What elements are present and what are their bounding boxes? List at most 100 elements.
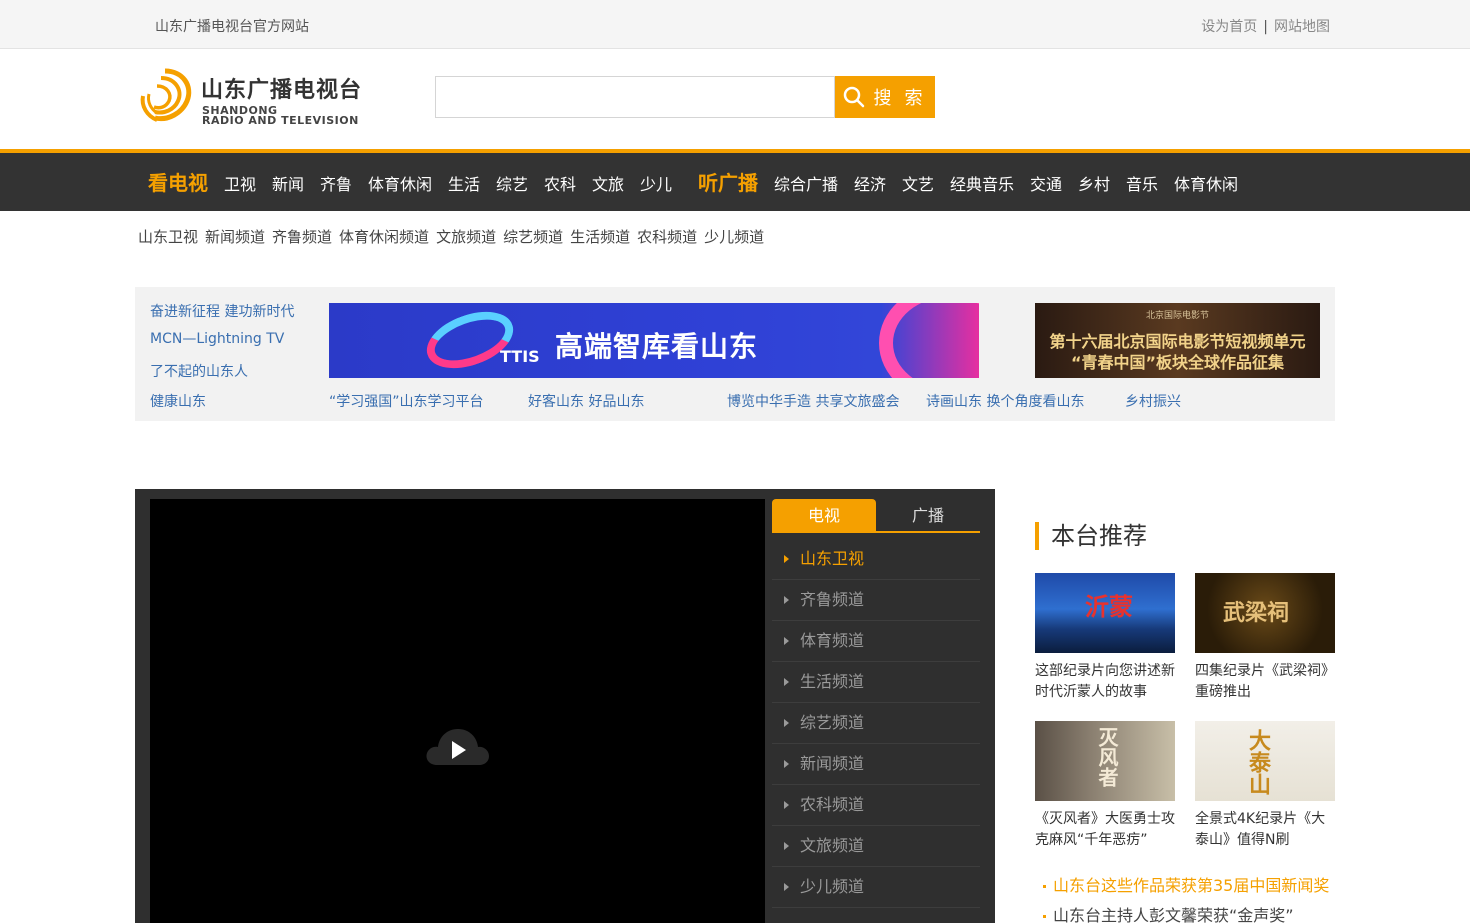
channel-label: 齐鲁频道 [800, 590, 865, 609]
subnav-item[interactable]: 生活频道 [570, 228, 630, 246]
set-home-link[interactable]: 设为首页 [1201, 19, 1257, 35]
recommend-card[interactable]: 沂蒙 这部纪录片向您讲述新时代沂蒙人的故事 [1035, 573, 1175, 703]
promo-bottom-link[interactable]: “学习强国”山东学习平台 [329, 391, 484, 411]
main-nav: 看电视 卫视 新闻 齐鲁 体育休闲 生活 综艺 农科 文旅 少儿 听广播 综合广… [0, 149, 1470, 211]
thumb-text: 大泰山 [1245, 729, 1270, 795]
channel-item[interactable]: 新闻频道 [772, 744, 980, 785]
channel-label: 文旅频道 [800, 836, 865, 855]
logo-text-cn: 山东广播电视台 [201, 78, 363, 103]
channel-item[interactable]: 体育频道 [772, 621, 980, 662]
caret-right-icon [784, 637, 789, 645]
recommend-caption[interactable]: 全景式4K纪录片《大泰山》值得N刷 [1195, 809, 1335, 851]
caret-right-icon [784, 760, 789, 768]
nav-item-tv-sports[interactable]: 体育休闲 [368, 171, 432, 195]
search-button[interactable]: 搜 索 [835, 76, 935, 118]
top-links-separator: | [1263, 19, 1268, 35]
nav-radio-head[interactable]: 听广播 [698, 167, 758, 196]
banner-side-top: 北京国际电影节 [1145, 311, 1209, 321]
promo-bottom-link[interactable]: 乡村振兴 [1125, 391, 1181, 411]
bullet-icon [1043, 915, 1046, 918]
subnav-item[interactable]: 少儿频道 [704, 228, 764, 246]
promo-bottom-link[interactable]: 博览中华手造 共享文旅盛会 [727, 391, 899, 411]
news-list: 山东台这些作品荣获第35届中国新闻奖 山东台主持人彭文馨荣获“金声奖” [1043, 876, 1343, 923]
promo-side-link[interactable]: MCN—Lightning TV [150, 331, 284, 347]
nav-item-tv-qilu[interactable]: 齐鲁 [320, 171, 352, 195]
banner-think-tank[interactable]: TTIS 高端智库看山东 [329, 303, 979, 378]
promo-side-link[interactable]: 健康山东 [150, 391, 206, 411]
recommend-caption[interactable]: 四集纪录片《武梁祠》重磅推出 [1195, 661, 1335, 703]
nav-item-radio-rural[interactable]: 乡村 [1078, 171, 1110, 195]
subnav-item[interactable]: 齐鲁频道 [272, 228, 332, 246]
nav-item-tv-news[interactable]: 新闻 [272, 171, 304, 195]
nav-item-tv-travel[interactable]: 文旅 [592, 171, 624, 195]
play-icon[interactable] [425, 725, 491, 773]
recommend-thumbnail[interactable]: 武梁祠 [1195, 573, 1335, 653]
promo-side-link[interactable]: 奋进新征程 建功新时代 [150, 301, 294, 321]
nav-item-tv-kids[interactable]: 少儿 [640, 171, 672, 195]
channel-label: 体育频道 [800, 631, 865, 650]
nav-item-radio-arts[interactable]: 文艺 [902, 171, 934, 195]
sitemap-link[interactable]: 网站地图 [1274, 19, 1330, 35]
recommend-card[interactable]: 大泰山 全景式4K纪录片《大泰山》值得N刷 [1195, 721, 1335, 851]
nav-item-radio-sports[interactable]: 体育休闲 [1174, 171, 1238, 195]
news-text: 山东台这些作品荣获第35届中国新闻奖 [1053, 876, 1330, 895]
channel-label: 新闻频道 [800, 754, 865, 773]
subnav-item[interactable]: 文旅频道 [436, 228, 496, 246]
nav-item-radio-general[interactable]: 综合广播 [774, 171, 838, 195]
thumb-text: 灭风者 [1095, 727, 1119, 787]
recommend-thumbnail[interactable]: 灭风者 [1035, 721, 1175, 801]
nav-item-radio-classical[interactable]: 经典音乐 [950, 171, 1014, 195]
channel-item-active[interactable]: 山东卫视 [772, 539, 980, 580]
promo-panel: 奋进新征程 建功新时代 MCN—Lightning TV 了不起的山东人 健康山… [135, 287, 1335, 421]
channel-item[interactable]: 农科频道 [772, 785, 980, 826]
channel-list: 山东卫视 齐鲁频道 体育频道 生活频道 综艺频道 新闻频道 农科频道 文旅频道 … [772, 539, 980, 908]
recommend-card[interactable]: 灭风者 《灭风者》大医勇士攻克麻风“千年恶疠” [1035, 721, 1175, 851]
nav-tv-head[interactable]: 看电视 [148, 167, 208, 196]
thumb-text: 沂蒙 [1085, 593, 1133, 621]
subnav-item[interactable]: 综艺频道 [503, 228, 563, 246]
video-screen[interactable] [150, 499, 765, 923]
caret-right-icon [784, 678, 789, 686]
tab-tv[interactable]: 电视 [772, 499, 876, 533]
nav-item-radio-music[interactable]: 音乐 [1126, 171, 1158, 195]
recommend-caption[interactable]: 这部纪录片向您讲述新时代沂蒙人的故事 [1035, 661, 1175, 703]
subnav-item[interactable]: 新闻频道 [205, 228, 265, 246]
subnav-item[interactable]: 山东卫视 [138, 228, 198, 246]
channel-label: 生活频道 [800, 672, 865, 691]
nav-item-radio-traffic[interactable]: 交通 [1030, 171, 1062, 195]
channel-item[interactable]: 文旅频道 [772, 826, 980, 867]
nav-item-tv-variety[interactable]: 综艺 [496, 171, 528, 195]
news-item[interactable]: 山东台主持人彭文馨荣获“金声奖” [1043, 906, 1343, 923]
search-button-label: 搜 索 [873, 88, 927, 108]
recommend-thumbnail[interactable]: 沂蒙 [1035, 573, 1175, 653]
live-player: 电视 广播 山东卫视 齐鲁频道 体育频道 生活频道 综艺频道 新闻频道 农科频道… [135, 489, 995, 923]
subnav-item[interactable]: 农科频道 [637, 228, 697, 246]
caret-right-icon [784, 842, 789, 850]
caret-right-icon [784, 801, 789, 809]
nav-item-radio-economy[interactable]: 经济 [854, 171, 886, 195]
channel-item[interactable]: 齐鲁频道 [772, 580, 980, 621]
recommend-thumbnail[interactable]: 大泰山 [1195, 721, 1335, 801]
nav-item-tv-weishi[interactable]: 卫视 [224, 171, 256, 195]
logo[interactable]: 山东广播电视台 SHANDONG RADIO AND TELEVISION [135, 66, 385, 127]
banner-film-festival[interactable]: 北京国际电影节 第十六届北京国际电影节短视频单元 “青春中国”板块全球作品征集 [1035, 303, 1320, 378]
channel-item[interactable]: 少儿频道 [772, 867, 980, 908]
recommend-caption[interactable]: 《灭风者》大医勇士攻克麻风“千年恶疠” [1035, 809, 1175, 851]
top-bar: 山东广播电视台官方网站 设为首页 | 网站地图 [0, 0, 1470, 49]
recommend-card[interactable]: 武梁祠 四集纪录片《武梁祠》重磅推出 [1195, 573, 1335, 703]
news-item[interactable]: 山东台这些作品荣获第35届中国新闻奖 [1043, 876, 1343, 896]
promo-bottom-link[interactable]: 诗画山东 换个角度看山东 [926, 391, 1084, 411]
search-input[interactable] [435, 76, 835, 118]
caret-right-icon [784, 555, 789, 563]
channel-item[interactable]: 综艺频道 [772, 703, 980, 744]
channel-item[interactable]: 生活频道 [772, 662, 980, 703]
promo-side-link[interactable]: 了不起的山东人 [150, 361, 248, 381]
player-tabs: 电视 广播 [772, 499, 980, 533]
subnav-item[interactable]: 体育休闲频道 [339, 228, 429, 246]
tab-radio[interactable]: 广播 [876, 499, 980, 533]
search-icon [844, 86, 865, 108]
nav-item-tv-life[interactable]: 生活 [448, 171, 480, 195]
promo-bottom-link[interactable]: 好客山东 好品山东 [528, 391, 644, 411]
nav-item-tv-agri[interactable]: 农科 [544, 171, 576, 195]
caret-right-icon [784, 719, 789, 727]
